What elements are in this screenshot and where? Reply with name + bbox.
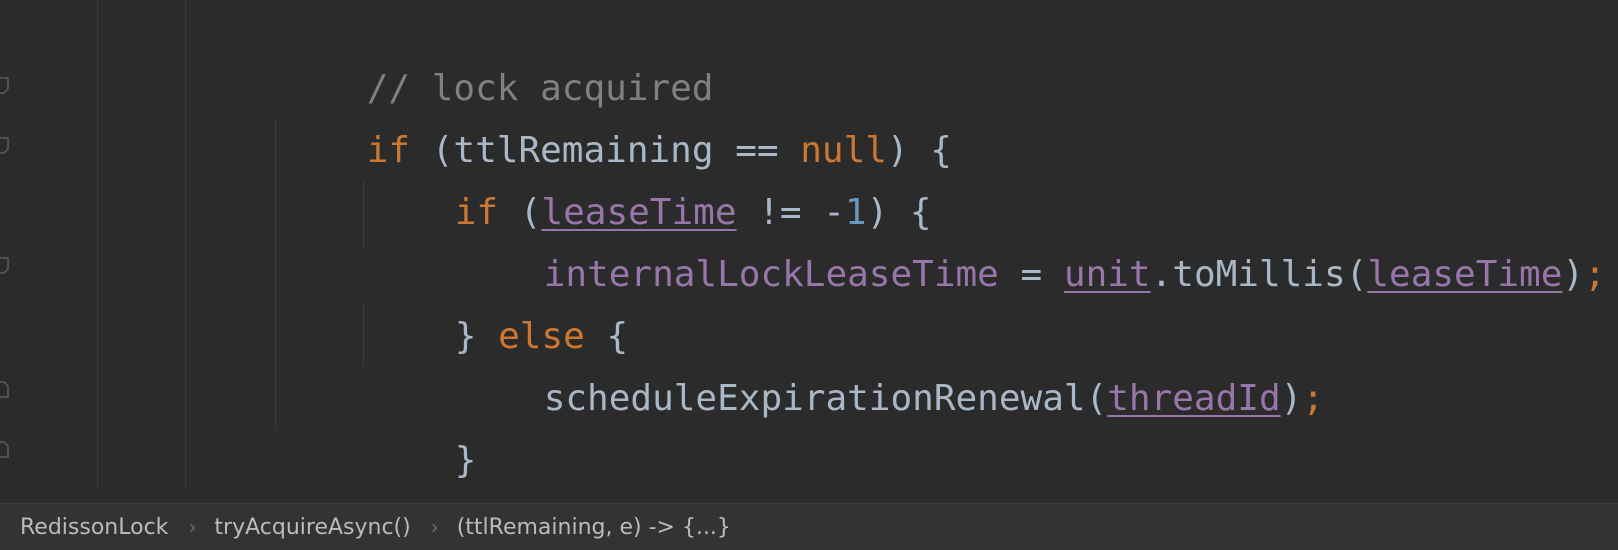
fold-close-icon[interactable] <box>0 380 10 398</box>
method-call[interactable]: scheduleExpirationRenewal( <box>544 378 1108 419</box>
code-line-5[interactable]: } else { <box>368 244 628 357</box>
indent-guide <box>97 0 98 490</box>
fold-close-icon[interactable] <box>0 440 10 458</box>
code-line-7[interactable]: } <box>368 368 477 481</box>
semicolon: ; <box>1302 378 1324 419</box>
fold-open-icon[interactable] <box>0 77 10 95</box>
breadcrumb: RedissonLock › tryAcquireAsync() › (ttlR… <box>0 503 1618 550</box>
indent-guide <box>363 302 364 367</box>
code-line-1[interactable]: // lock acquired <box>280 0 714 109</box>
paren: ) <box>1280 378 1303 419</box>
code-line-8[interactable]: } <box>280 430 389 503</box>
fold-open-icon[interactable] <box>0 257 10 275</box>
indent-guide <box>363 180 364 250</box>
fold-open-icon[interactable] <box>0 137 10 155</box>
fold-gutter <box>0 0 14 503</box>
method-call[interactable]: .toMillis( <box>1151 254 1368 295</box>
breadcrumb-method[interactable]: tryAcquireAsync() <box>214 515 410 540</box>
variable-reassigned[interactable]: leaseTime <box>1367 254 1562 295</box>
breadcrumb-lambda[interactable]: (ttlRemaining, e) -> {...} <box>457 515 731 540</box>
chevron-right-icon: › <box>430 515 439 539</box>
variable-reassigned[interactable]: unit <box>1064 254 1151 295</box>
code-editor[interactable]: // lock acquired if (ttlRemaining == nul… <box>0 0 1618 503</box>
variable-reassigned[interactable]: threadId <box>1107 378 1280 419</box>
indent-guide <box>275 120 276 430</box>
code-line-2[interactable]: if (ttlRemaining == null) { <box>280 58 952 171</box>
operator: = <box>998 254 1064 295</box>
paren: ) <box>1562 254 1585 295</box>
code-line-4[interactable]: internalLockLeaseTime = unit.toMillis(le… <box>457 182 1606 295</box>
code-line-6[interactable]: scheduleExpirationRenewal(threadId); <box>457 306 1324 419</box>
breadcrumb-class[interactable]: RedissonLock <box>20 515 168 540</box>
chevron-right-icon: › <box>188 515 197 539</box>
semicolon: ; <box>1584 254 1606 295</box>
indent-guide <box>185 0 186 490</box>
brace: } <box>454 440 477 481</box>
code-line-3[interactable]: if (leaseTime != -1) { <box>368 120 932 233</box>
